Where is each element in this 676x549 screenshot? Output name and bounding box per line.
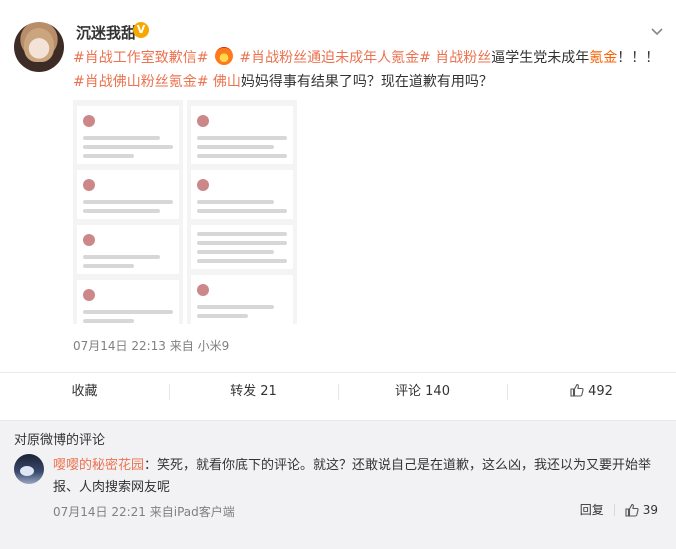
- keyword-link[interactable]: 佛山: [213, 74, 241, 90]
- keyword-link[interactable]: 肖战粉丝: [435, 50, 491, 66]
- post-action-bar: 收藏 转发 21 评论 140 492: [0, 372, 676, 410]
- comment-timestamp-source: 07月14日 22:21 来自iPad客户端: [53, 505, 235, 519]
- post-content: #肖战工作室致歉信# #肖战粉丝通迫未成年人氪金# 肖战粉丝逼学生党未成年氪金！…: [73, 46, 663, 94]
- commenter-avatar[interactable]: [14, 454, 44, 484]
- comment-text: 嘤嘤的秘密花园：笑死，就看你底下的评论。就这？还敢说自己是在道歉，这么凶，我还以…: [53, 458, 652, 495]
- commenter-username[interactable]: 嘤嘤的秘密花园: [53, 458, 144, 473]
- hashtag-link[interactable]: #肖战工作室致歉信#: [73, 50, 208, 66]
- like-count: 492: [588, 384, 613, 399]
- post-text: ！！！: [617, 50, 660, 66]
- original-post-comments: 对原微博的评论 嘤嘤的秘密花园：笑死，就看你底下的评论。就这？还敢说自己是在道歉…: [0, 420, 676, 549]
- post-text: 妈妈得事有结果了吗？现在道歉有用吗？: [240, 74, 493, 90]
- comment-like-count: 39: [642, 502, 658, 517]
- hashtag-link[interactable]: #肖战粉丝通迫未成年人氪金#: [239, 50, 430, 66]
- reply-button[interactable]: 回复: [580, 501, 604, 518]
- hashtag-link[interactable]: #肖战佛山粉丝氪金#: [73, 74, 208, 90]
- thumbs-up-icon[interactable]: [625, 503, 639, 517]
- thumbs-up-icon: [570, 375, 584, 397]
- repost-button[interactable]: 转发 21: [169, 373, 338, 410]
- chevron-down-icon[interactable]: [650, 24, 664, 38]
- fire-emoji-icon: [214, 47, 233, 65]
- verified-icon: V: [133, 22, 149, 38]
- highlight-text: 氪金: [589, 50, 618, 66]
- comments-title: 对原微博的评论: [14, 433, 106, 448]
- weibo-post: 沉迷我甜 V #肖战工作室致歉信# #肖战粉丝通迫未成年人氪金# 肖战粉丝逼学生…: [0, 0, 676, 372]
- post-image-2[interactable]: [187, 100, 297, 324]
- comment-button[interactable]: 评论 140: [338, 373, 507, 410]
- post-timestamp-source: 07月14日 22:13 来自 小米9: [73, 339, 230, 353]
- post-username[interactable]: 沉迷我甜: [76, 22, 136, 43]
- like-button[interactable]: 492: [507, 373, 676, 410]
- favorite-button[interactable]: 收藏: [0, 373, 169, 410]
- comment-actions: 回复 39: [580, 501, 658, 518]
- post-text: 逼学生党未成年: [491, 50, 590, 66]
- post-images: [73, 100, 297, 324]
- user-avatar[interactable]: [14, 22, 64, 72]
- post-image-1[interactable]: [73, 100, 183, 324]
